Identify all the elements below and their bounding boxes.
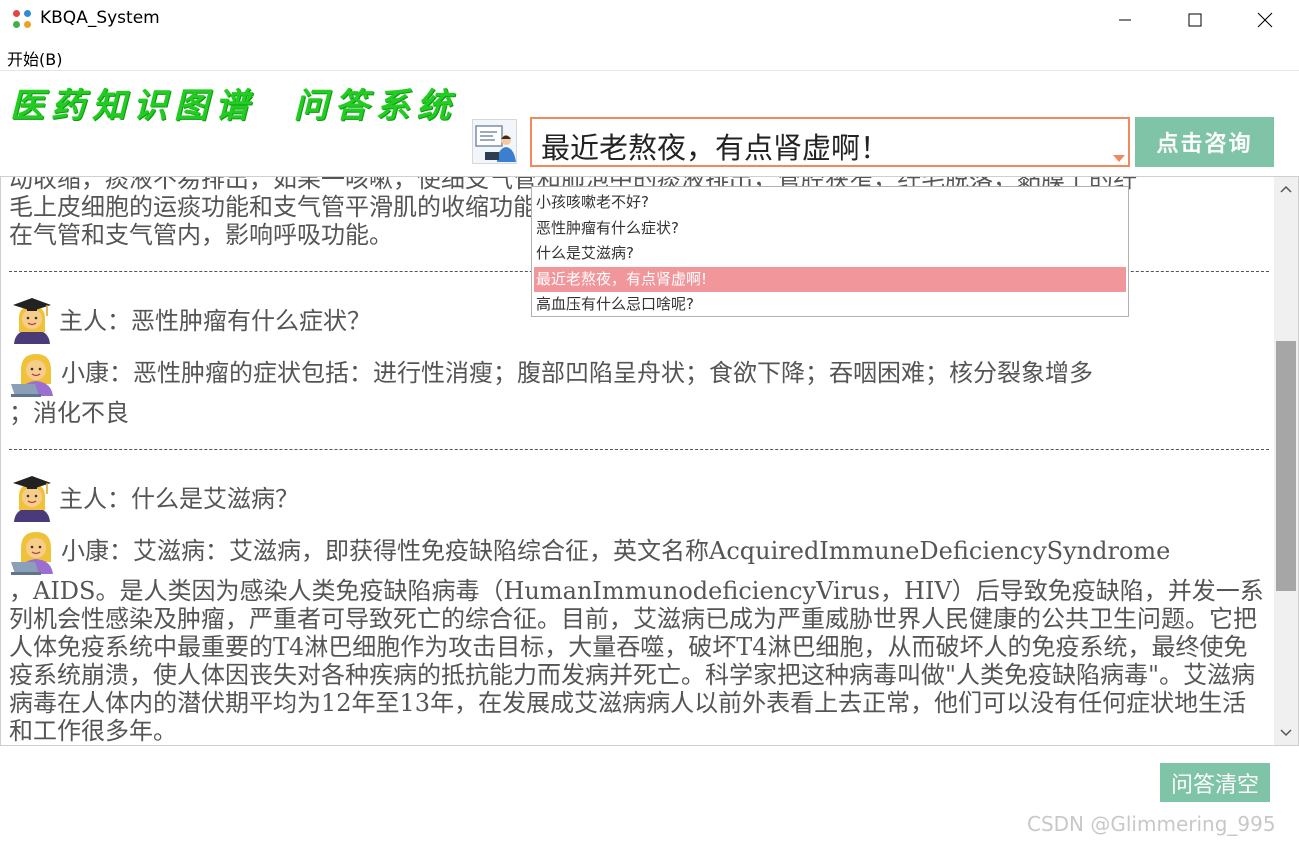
graduate-woman-icon [13,298,51,344]
chat-scrollbar[interactable] [1274,177,1298,745]
query-combobox[interactable]: 最近老熬夜，有点肾虚啊！ [530,117,1130,167]
chevron-up-icon [1280,185,1292,193]
close-button[interactable] [1230,0,1299,40]
minimize-icon [1119,19,1131,21]
question-row: 主人：什么是艾滋病？ [9,473,1269,525]
divider [9,437,1269,463]
app-logo-title: 医药知识图谱 问答系统 [10,86,458,126]
title-bar: KBQA_System [0,0,1299,40]
answer-continuation: ；消化不良 [9,399,129,427]
suggestion-item[interactable]: 什么是艾滋病? [534,241,1126,267]
maximize-button[interactable] [1160,0,1230,40]
answer-continuation: ，AIDS。是人类因为感染人类免疫缺陷病毒（HumanImmunodeficie… [9,577,1264,745]
query-input[interactable]: 最近老熬夜，有点肾虚啊！ [541,125,889,167]
chevron-down-icon [1280,729,1292,737]
answer-block: 小康：恶性肿瘤的症状包括：进行性消瘦；腹部凹陷呈舟状；食欲下降；吞咽困难；核分裂… [9,347,1269,427]
question-text: 主人：恶性肿瘤有什么症状？ [59,307,371,335]
woman-laptop-icon [11,354,53,397]
scroll-up-button[interactable] [1274,177,1298,201]
scroll-down-button[interactable] [1274,721,1298,745]
close-icon [1257,12,1273,28]
suggestion-item[interactable]: 高血压有什么忌口啥呢? [534,292,1126,318]
answer-text: 小康：艾滋病：艾滋病，即获得性免疫缺陷综合征，英文名称AcquiredImmun… [61,537,1171,565]
ask-button[interactable]: 点击咨询 [1135,117,1274,167]
dropdown-arrow-icon[interactable] [1113,155,1125,162]
clear-chat-button[interactable]: 问答清空 [1160,763,1270,802]
app-icon [12,9,34,31]
teacher-presentation-icon [472,119,517,164]
graduate-woman-icon [13,476,51,522]
suggestion-item[interactable]: 恶性肿瘤有什么症状? [534,216,1126,242]
woman-laptop-icon [11,532,53,575]
suggestion-item[interactable]: 最近老熬夜，有点肾虚啊! [534,266,1126,292]
scroll-thumb[interactable] [1276,341,1296,592]
minimize-button[interactable] [1090,0,1160,40]
menu-start[interactable]: 开始(B) [7,46,62,70]
window-title: KBQA_System [40,8,160,28]
maximize-icon [1188,13,1202,27]
answer-text: 小康：恶性肿瘤的症状包括：进行性消瘦；腹部凹陷呈舟状；食欲下降；吞咽困难；核分裂… [61,359,1093,387]
answer-block: 小康：艾滋病：艾滋病，即获得性免疫缺陷综合征，英文名称AcquiredImmun… [9,525,1269,745]
suggestion-item[interactable]: 小孩咳嗽老不好? [534,190,1126,216]
watermark: CSDN @Glimmering_995 [1027,812,1276,836]
question-text: 主人：什么是艾滋病？ [59,485,299,513]
suggestion-dropdown: 小孩咳嗽老不好? 恶性肿瘤有什么症状? 什么是艾滋病? 最近老熬夜，有点肾虚啊!… [531,186,1129,317]
menu-bar: 开始(B) [0,40,1299,71]
